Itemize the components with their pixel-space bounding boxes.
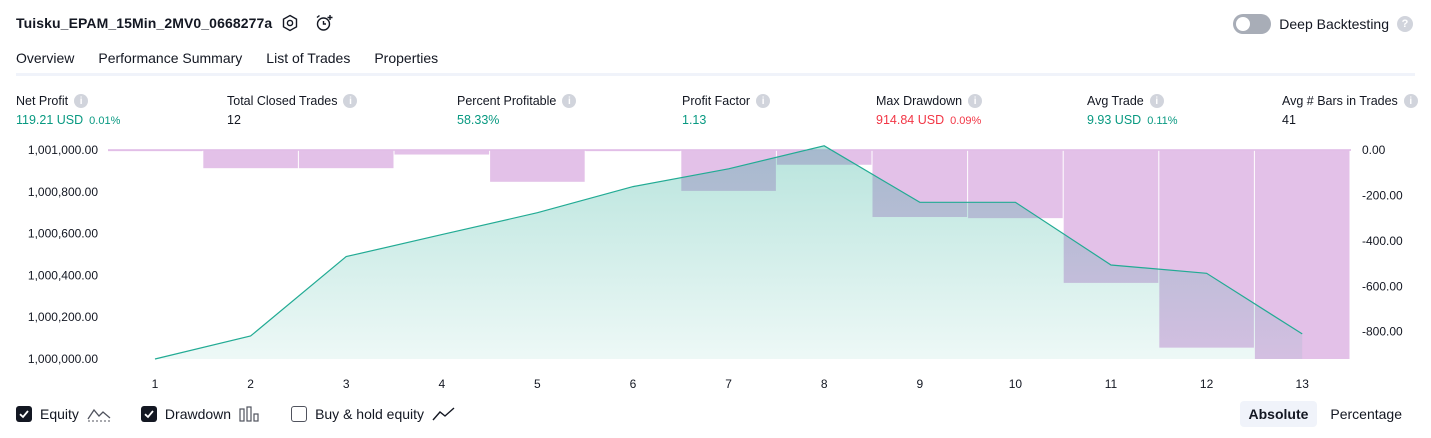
deep-backtesting-control: Deep Backtesting ? — [1233, 13, 1413, 35]
deep-backtesting-toggle[interactable] — [1233, 14, 1272, 34]
settings-icon[interactable] — [280, 13, 300, 33]
drawdown-bars-icon — [239, 406, 261, 422]
buy-hold-checkbox[interactable] — [291, 406, 308, 422]
x-axis-tick: 6 — [630, 377, 637, 391]
tab-performance-summary[interactable]: Performance Summary — [98, 44, 242, 75]
legend-drawdown[interactable]: Drawdown — [140, 406, 261, 422]
metric-label: Total Closed Trades — [227, 94, 338, 108]
metric-value: 9.93 USD — [1087, 113, 1142, 127]
metric-max-drawdown: Max Drawdown i 914.84 USD 0.09% — [876, 93, 983, 127]
x-axis-tick: 11 — [1105, 377, 1118, 391]
info-icon[interactable]: i — [343, 94, 358, 108]
metric-sub-value: 0.11% — [1147, 115, 1178, 127]
metric-label: Profit Factor — [682, 94, 751, 108]
info-icon[interactable]: i — [74, 94, 89, 108]
report-tabs: Overview Performance Summary List of Tra… — [16, 44, 462, 76]
legend-equity[interactable]: Equity — [16, 406, 111, 422]
x-axis-tick: 12 — [1200, 377, 1214, 391]
x-axis-tick: 13 — [1296, 377, 1310, 391]
right-axis-tick: -200.00 — [1362, 188, 1403, 202]
drawdown-checkbox[interactable] — [140, 406, 157, 422]
left-axis-tick: 1,001,000.00 — [28, 143, 98, 157]
x-axis-tick: 10 — [1009, 377, 1023, 391]
left-axis-tick: 1,000,000.00 — [28, 352, 98, 366]
x-axis-tick: 2 — [247, 377, 254, 391]
left-axis-tick: 1,000,800.00 — [28, 185, 98, 199]
tab-list-of-trades[interactable]: List of Trades — [266, 44, 350, 75]
left-axis-tick: 1,000,200.00 — [28, 310, 98, 324]
checkmark-icon — [144, 410, 154, 419]
drawdown-bar — [394, 150, 490, 155]
legend-buy-hold-equity[interactable]: Buy & hold equity — [291, 406, 456, 422]
buy-hold-line-icon — [432, 406, 456, 422]
metric-value: 119.21 USD — [16, 113, 84, 127]
equity-checkbox[interactable] — [16, 406, 32, 422]
right-axis-tick: 0.00 — [1362, 143, 1386, 157]
tabs-divider — [16, 73, 1415, 76]
drawdown-bar — [298, 150, 394, 169]
x-axis-tick: 5 — [534, 377, 541, 391]
report-header: Tuisku_EPAM_15Min_2MV0_0668277a Deep Bac… — [0, 0, 1431, 44]
chart-legend: Equity Drawdown Buy & hold equity — [16, 403, 486, 425]
chart-canvas: 1,001,000.00 1,000,800.00 1,000,600.00 1,00… — [28, 143, 1403, 391]
metric-label: Avg Trade — [1087, 94, 1144, 108]
left-axis-tick: 1,000,600.00 — [28, 227, 98, 241]
metric-label: Percent Profitable — [457, 94, 557, 108]
right-axis-tick: -400.00 — [1362, 234, 1403, 248]
metric-profit-factor: Profit Factor i 1.13 — [682, 93, 771, 127]
metric-value: 41 — [1282, 113, 1296, 127]
checkmark-icon — [19, 410, 29, 419]
right-axis-tick: -800.00 — [1362, 325, 1403, 339]
metric-label: Avg # Bars in Trades — [1282, 94, 1398, 108]
x-axis-tick: 1 — [152, 377, 159, 391]
equity-drawdown-chart: 1,001,000.00 1,000,800.00 1,000,600.00 1,00… — [0, 140, 1431, 395]
metric-label: Max Drawdown — [876, 94, 963, 108]
info-icon[interactable]: i — [1149, 94, 1164, 108]
drawdown-bar — [490, 150, 585, 182]
metric-value: 58.33% — [457, 113, 500, 127]
metric-avg-bars-in-trades: Avg # Bars in Trades i 41 — [1282, 93, 1418, 127]
x-axis-tick: 8 — [821, 377, 828, 391]
metric-net-profit: Net Profit i 119.21 USD 0.01% — [16, 93, 120, 127]
metric-value: 1.13 — [682, 113, 707, 127]
x-axis-tick: 9 — [916, 377, 923, 391]
x-axis-tick: 7 — [725, 377, 732, 391]
drawdown-bar — [203, 150, 298, 169]
drawdown-bar — [108, 150, 203, 152]
left-axis-tick: 1,000,400.00 — [28, 268, 98, 282]
info-icon[interactable]: i — [562, 94, 577, 108]
info-icon[interactable]: i — [756, 94, 771, 108]
strategy-name: Tuisku_EPAM_15Min_2MV0_0668277a — [16, 15, 273, 31]
metric-value: 12 — [227, 113, 241, 127]
help-icon[interactable]: ? — [1397, 16, 1413, 32]
drawdown-bar — [585, 150, 681, 152]
legend-label: Equity — [40, 406, 79, 422]
info-icon[interactable]: i — [1403, 94, 1418, 108]
metric-percent-profitable: Percent Profitable i 58.33% — [457, 93, 577, 127]
metric-total-closed-trades: Total Closed Trades i 12 — [227, 93, 358, 127]
x-axis-tick: 3 — [343, 377, 350, 391]
equity-line-icon — [87, 406, 111, 422]
right-axis-tick: -600.00 — [1362, 279, 1403, 293]
x-axis-tick: 4 — [438, 377, 445, 391]
percentage-mode-button[interactable]: Percentage — [1321, 401, 1411, 427]
tab-overview[interactable]: Overview — [16, 44, 75, 76]
absolute-mode-button[interactable]: Absolute — [1239, 401, 1318, 427]
deep-backtesting-label: Deep Backtesting — [1279, 16, 1389, 32]
tab-properties[interactable]: Properties — [374, 44, 438, 75]
metric-sub-value: 0.01% — [89, 115, 121, 127]
value-mode-switch: Absolute Percentage — [1239, 401, 1412, 427]
info-icon[interactable]: i — [968, 94, 983, 108]
metric-sub-value: 0.09% — [950, 115, 982, 127]
metric-value: 914.84 USD — [876, 113, 945, 127]
legend-label: Drawdown — [164, 406, 232, 422]
metric-avg-trade: Avg Trade i 9.93 USD 0.11% — [1087, 93, 1178, 127]
metric-label: Net Profit — [16, 94, 69, 108]
legend-label: Buy & hold equity — [315, 406, 425, 422]
add-alert-icon[interactable] — [314, 13, 334, 33]
